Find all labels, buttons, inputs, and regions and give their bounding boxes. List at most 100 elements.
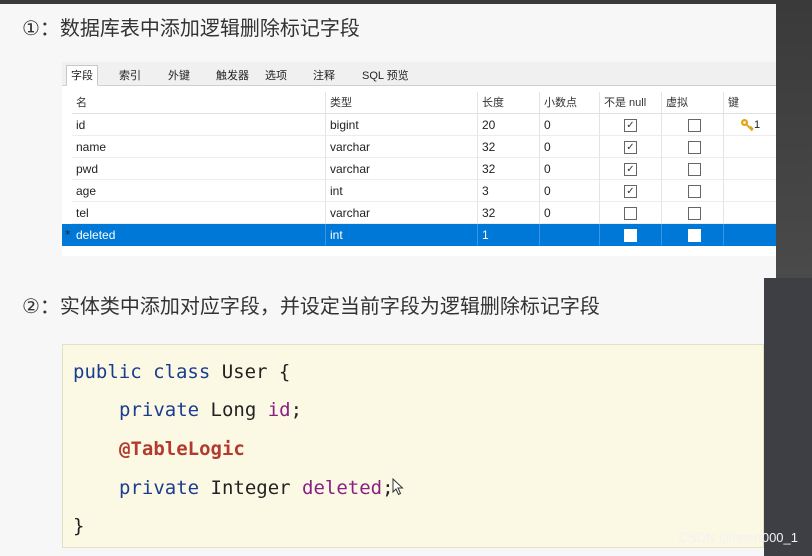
table-row-selected[interactable]: * deleted int 1 bbox=[62, 224, 776, 246]
table-row[interactable]: name varchar 32 0 ✓ bbox=[62, 136, 776, 158]
virtual-checkbox[interactable] bbox=[688, 141, 701, 154]
tab-foreign-keys[interactable]: 外键 bbox=[163, 65, 195, 86]
column-header-length[interactable]: 长度 bbox=[478, 92, 540, 114]
code-keyword: public class bbox=[73, 361, 211, 383]
column-header-not-null[interactable]: 不是 null bbox=[600, 92, 662, 114]
grid-header-row: 名 类型 长度 小数点 不是 null 虚拟 键 bbox=[62, 92, 776, 114]
code-line-id: private Long id; bbox=[119, 399, 302, 421]
field-decimals-cell[interactable] bbox=[540, 224, 600, 246]
column-header-virtual[interactable]: 虚拟 bbox=[662, 92, 724, 114]
virtual-cell bbox=[662, 202, 724, 224]
field-length-cell[interactable]: 1 bbox=[478, 224, 540, 246]
virtual-cell bbox=[662, 224, 724, 246]
virtual-checkbox[interactable] bbox=[688, 119, 701, 132]
table-row[interactable]: age int 3 0 ✓ bbox=[62, 180, 776, 202]
tab-sql-preview[interactable]: SQL 预览 bbox=[357, 65, 414, 86]
key-order: 1 bbox=[754, 119, 761, 131]
virtual-checkbox[interactable] bbox=[688, 185, 701, 198]
field-length-cell[interactable]: 32 bbox=[478, 202, 540, 224]
field-length-cell[interactable]: 3 bbox=[478, 180, 540, 202]
field-decimals-cell[interactable]: 0 bbox=[540, 114, 600, 136]
table-row[interactable]: pwd varchar 32 0 ✓ bbox=[62, 158, 776, 180]
field-decimals-cell[interactable]: 0 bbox=[540, 202, 600, 224]
code-text: User { bbox=[210, 361, 291, 383]
virtual-cell bbox=[662, 136, 724, 158]
background-panel-right bbox=[764, 278, 812, 556]
tab-comments[interactable]: 注释 bbox=[308, 65, 340, 86]
field-name-cell[interactable]: tel bbox=[72, 202, 326, 224]
code-line-deleted: private Integer deleted; bbox=[119, 477, 394, 499]
field-name-cell[interactable]: pwd bbox=[72, 158, 326, 180]
step-2-heading: ②：实体类中添加对应字段，并设定当前字段为逻辑删除标记字段 bbox=[22, 294, 600, 318]
code-block: public class User { private Long id; @Ta… bbox=[62, 344, 764, 548]
column-header-decimals[interactable]: 小数点 bbox=[540, 92, 600, 114]
key-cell bbox=[724, 136, 776, 158]
column-header-name[interactable]: 名 bbox=[72, 92, 326, 114]
not-null-checkbox[interactable]: ✓ bbox=[624, 119, 637, 132]
tab-options[interactable]: 选项 bbox=[260, 65, 292, 86]
key-cell: 1 bbox=[724, 114, 776, 136]
virtual-checkbox[interactable] bbox=[688, 229, 701, 242]
designer-tab-bar: 字段 索引 外键 触发器 选项 注释 SQL 预览 bbox=[62, 62, 776, 86]
column-header-key[interactable]: 键 bbox=[724, 92, 776, 114]
virtual-checkbox[interactable] bbox=[688, 163, 701, 176]
code-field: deleted bbox=[302, 477, 383, 499]
tab-triggers[interactable]: 触发器 bbox=[211, 65, 254, 86]
not-null-cell: ✓ bbox=[600, 136, 662, 158]
code-type: Integer bbox=[199, 477, 303, 499]
field-name-cell[interactable]: age bbox=[72, 180, 326, 202]
not-null-checkbox[interactable]: ✓ bbox=[624, 141, 637, 154]
field-name-cell[interactable]: deleted bbox=[72, 224, 326, 246]
tab-fields[interactable]: 字段 bbox=[66, 65, 98, 86]
column-header-type[interactable]: 类型 bbox=[326, 92, 478, 114]
field-length-cell[interactable]: 32 bbox=[478, 158, 540, 180]
not-null-cell bbox=[600, 202, 662, 224]
field-type-cell[interactable]: varchar bbox=[326, 202, 478, 224]
field-decimals-cell[interactable]: 0 bbox=[540, 136, 600, 158]
key-icon bbox=[741, 119, 754, 132]
not-null-cell: ✓ bbox=[600, 180, 662, 202]
field-type-cell[interactable]: varchar bbox=[326, 158, 478, 180]
virtual-cell bbox=[662, 114, 724, 136]
virtual-cell bbox=[662, 158, 724, 180]
code-field: id bbox=[267, 399, 291, 421]
step-1-heading: ①：数据库表中添加逻辑删除标记字段 bbox=[22, 16, 360, 40]
code-keyword: private bbox=[119, 477, 200, 499]
field-length-cell[interactable]: 20 bbox=[478, 114, 540, 136]
table-row[interactable]: id bigint 20 0 ✓ 1 bbox=[62, 114, 776, 136]
field-type-cell[interactable]: int bbox=[326, 224, 478, 246]
field-name-cell[interactable]: name bbox=[72, 136, 326, 158]
table-designer: 字段 索引 外键 触发器 选项 注释 SQL 预览 名 类型 长度 小数点 不是… bbox=[62, 62, 776, 256]
not-null-checkbox[interactable]: ✓ bbox=[624, 163, 637, 176]
background-strip-right bbox=[776, 0, 812, 278]
table-row[interactable]: tel varchar 32 0 bbox=[62, 202, 776, 224]
virtual-cell bbox=[662, 180, 724, 202]
key-cell bbox=[724, 202, 776, 224]
key-cell bbox=[724, 158, 776, 180]
not-null-checkbox[interactable]: ✓ bbox=[624, 185, 637, 198]
code-punct: ; bbox=[290, 399, 303, 421]
field-type-cell[interactable]: int bbox=[326, 180, 478, 202]
code-annotation: @TableLogic bbox=[119, 438, 245, 460]
field-type-cell[interactable]: bigint bbox=[326, 114, 478, 136]
field-type-cell[interactable]: varchar bbox=[326, 136, 478, 158]
code-line-close: } bbox=[73, 515, 85, 537]
field-length-cell[interactable]: 32 bbox=[478, 136, 540, 158]
field-name-cell[interactable]: id bbox=[72, 114, 326, 136]
not-null-checkbox[interactable] bbox=[624, 207, 637, 220]
not-null-checkbox[interactable] bbox=[624, 229, 637, 242]
not-null-cell: ✓ bbox=[600, 114, 662, 136]
code-type: Long bbox=[199, 399, 268, 421]
virtual-checkbox[interactable] bbox=[688, 207, 701, 220]
key-cell bbox=[724, 224, 776, 246]
watermark: CSDN @heart000_1 bbox=[678, 530, 798, 545]
code-line-class: public class User { bbox=[73, 361, 290, 383]
field-decimals-cell[interactable]: 0 bbox=[540, 180, 600, 202]
tab-indexes[interactable]: 索引 bbox=[114, 65, 146, 86]
field-decimals-cell[interactable]: 0 bbox=[540, 158, 600, 180]
mouse-cursor-icon bbox=[392, 478, 404, 496]
not-null-cell: ✓ bbox=[600, 158, 662, 180]
top-bar bbox=[0, 0, 812, 4]
not-null-cell bbox=[600, 224, 662, 246]
key-cell bbox=[724, 180, 776, 202]
